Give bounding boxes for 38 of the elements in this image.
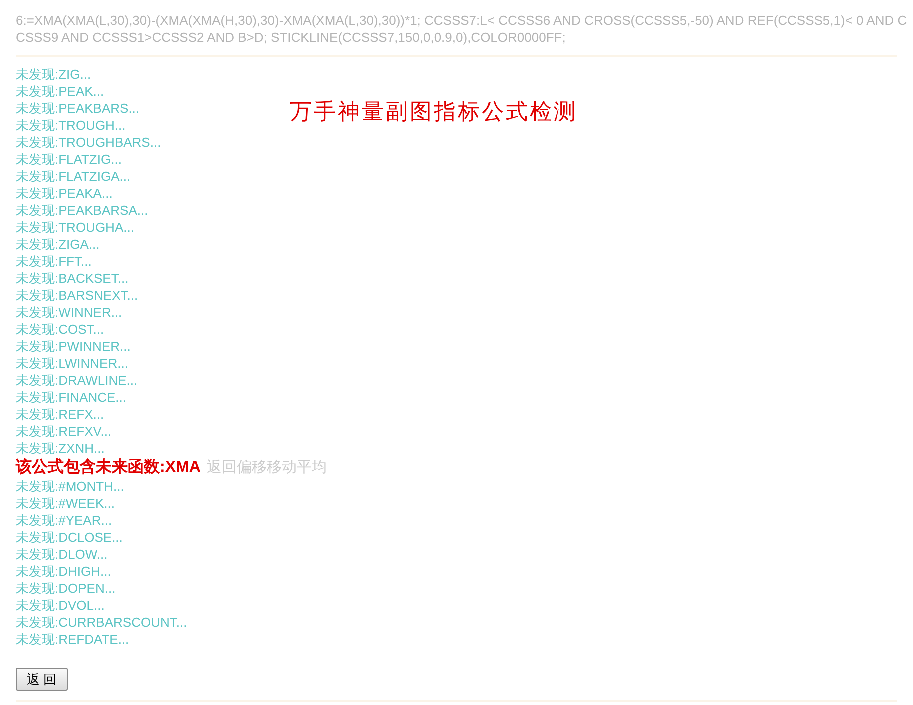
result-line: 未发现:DOPEN... bbox=[16, 580, 117, 597]
result-line: 未发现:ZXNH... bbox=[16, 440, 106, 457]
result-line: 未发现:REFX... bbox=[16, 406, 106, 423]
result-line: 未发现:FINANCE... bbox=[16, 389, 128, 406]
result-line: 未发现:CURRBARSCOUNT... bbox=[16, 614, 188, 631]
result-line: 未发现:PEAK... bbox=[16, 83, 106, 100]
result-line: 未发现:FFT... bbox=[16, 253, 93, 270]
result-line: 未发现:DRAWLINE... bbox=[16, 372, 139, 389]
result-line: 未发现:PEAKA... bbox=[16, 185, 114, 202]
result-line: 未发现:DHIGH... bbox=[16, 563, 112, 580]
result-line: 未发现:FLATZIGA... bbox=[16, 168, 132, 185]
formula-text: 6:=XMA(XMA(L,30),30)-(XMA(XMA(H,30),30)-XMA(XMA(L,30),30))*1; CCSSS7:L< CCSSS6 AND CROSS(CCSSS5,-50) AND REF(CCSSS5,1)< 0 AND C bbox=[16, 12, 908, 29]
result-line: 未发现:TROUGHBARS... bbox=[16, 134, 162, 151]
formula-text: CSSS9 AND CCSSS1>CCSSS2 AND B>D; STICKLINE(CCSSS7,150,0,0.9,0),COLOR0000FF; bbox=[16, 29, 567, 46]
back-button[interactable]: 返 回 bbox=[16, 668, 68, 691]
result-line: 未发现:REFXV... bbox=[16, 423, 113, 440]
page-title: 万手神量副图指标公式检测 bbox=[290, 98, 578, 126]
result-line: 未发现:COST... bbox=[16, 321, 106, 338]
result-line: 未发现:#MONTH... bbox=[16, 478, 126, 495]
result-line: 未发现:#YEAR... bbox=[16, 512, 114, 529]
warning-text: 该公式包含未来函数:XMA bbox=[16, 457, 201, 478]
result-line: 未发现:PWINNER... bbox=[16, 338, 132, 355]
result-line: 未发现:TROUGHA... bbox=[16, 219, 136, 236]
result-line: 未发现:PEAKBARS... bbox=[16, 100, 141, 117]
result-line: 未发现:TROUGH... bbox=[16, 117, 127, 134]
result-line: 未发现:BARSNEXT... bbox=[16, 287, 140, 304]
result-line: 未发现:WINNER... bbox=[16, 304, 124, 321]
result-line: 未发现:BACKSET... bbox=[16, 270, 130, 287]
result-line: 未发现:REFDATE... bbox=[16, 631, 130, 648]
result-line: 未发现:DVOL... bbox=[16, 597, 106, 614]
result-line: 未发现:#WEEK... bbox=[16, 495, 116, 512]
result-line: 未发现:PEAKBARSA... bbox=[16, 202, 150, 219]
result-line: 未发现:FLATZIG... bbox=[16, 151, 123, 168]
result-line: 未发现:DLOW... bbox=[16, 546, 109, 563]
result-line: 未发现:ZIG... bbox=[16, 66, 92, 83]
result-line: 未发现:DCLOSE... bbox=[16, 529, 124, 546]
result-line: 未发现:ZIGA... bbox=[16, 236, 101, 253]
result-line: 未发现:LWINNER... bbox=[16, 355, 130, 372]
